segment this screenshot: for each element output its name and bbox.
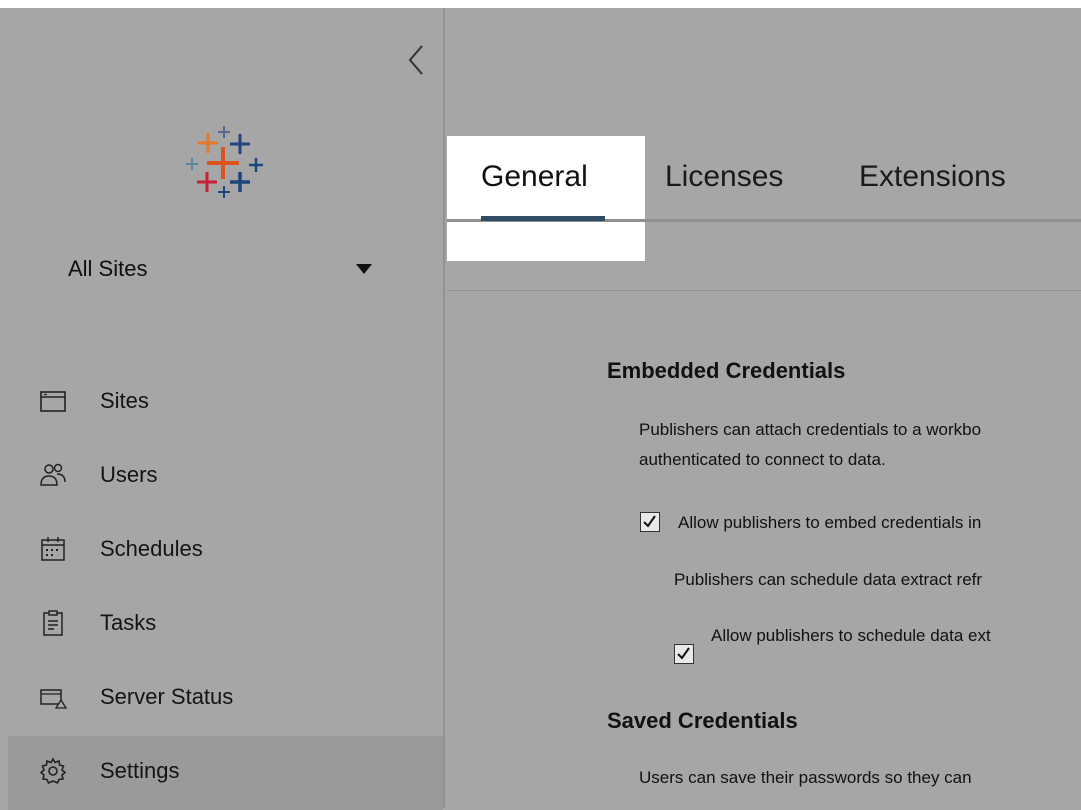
users-icon [40,463,66,486]
top-strip [0,0,1081,8]
server-status-icon [40,689,68,709]
tab-highlight [447,136,645,261]
section-divider [447,290,1081,291]
embedded-credentials-description-2: authenticated to connect to data. [639,450,886,469]
sidebar-item-label: Tasks [100,610,157,635]
collapse-sidebar-button[interactable] [402,40,434,80]
embedded-credentials-heading: Embedded Credentials [607,358,846,383]
tab-licenses[interactable]: Licenses [665,160,783,194]
gear-icon [39,757,67,785]
sidebar-item-settings[interactable]: Settings [8,736,443,810]
sidebar-item-label: Sites [100,388,149,413]
sidebar-nav: Sites Users Schedules Tasks Server Statu… [8,366,443,810]
schedule-extract-description: Publishers can schedule data extract ref… [674,570,983,589]
site-selector-dropdown[interactable]: All Sites [68,244,388,294]
sidebar-item-schedules[interactable]: Schedules [8,514,443,588]
embedded-credentials-description: Publishers can attach credentials to a w… [639,420,982,439]
main-content: General Licenses Extensions Embedded Cre… [447,8,1081,808]
schedule-extract-label[interactable]: Allow publishers to schedule data ext [711,626,991,646]
calendar-icon [41,537,65,561]
embed-credentials-checkbox[interactable] [640,512,660,532]
active-tab-indicator [481,216,605,221]
sidebar-item-users[interactable]: Users [8,440,443,514]
sites-icon [40,391,66,412]
schedule-extract-checkbox[interactable] [674,644,694,664]
sidebar: All Sites Sites Users Schedules Tasks Se… [8,8,445,810]
sidebar-item-label: Settings [100,758,180,783]
sidebar-item-server-status[interactable]: Server Status [8,662,443,736]
sidebar-item-label: Server Status [100,684,234,709]
checkmark-icon [677,647,690,660]
sidebar-item-tasks[interactable]: Tasks [8,588,443,662]
tableau-logo [180,120,266,206]
caret-down-icon [356,264,372,274]
saved-credentials-description: Users can save their passwords so they c… [639,768,972,787]
embed-credentials-label[interactable]: Allow publishers to embed credentials in [678,513,981,533]
clipboard-icon [43,610,63,636]
tab-extensions[interactable]: Extensions [859,160,1006,194]
sidebar-item-label: Schedules [100,536,203,561]
sidebar-item-sites[interactable]: Sites [8,366,443,440]
checkmark-icon [643,515,656,528]
site-selector-label: All Sites [68,256,148,281]
tab-general[interactable]: General [481,160,588,194]
saved-credentials-heading: Saved Credentials [607,708,798,733]
chevron-left-icon [408,45,423,75]
sidebar-item-label: Users [100,462,158,487]
